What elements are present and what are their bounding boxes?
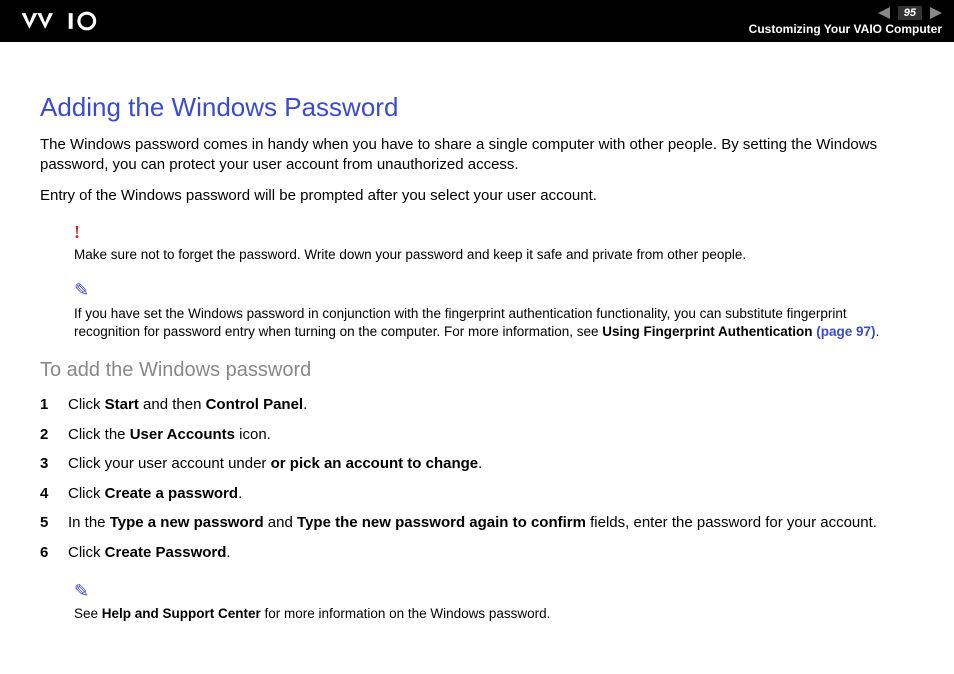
note-icon: ✎ [74,278,914,302]
info-note-2: ✎ See Help and Support Center for more i… [74,579,914,624]
info-note-1: ✎ If you have set the Windows password i… [74,278,914,341]
note2-pre: See [74,606,102,621]
note1-bold: Using Fingerprint Authentication [602,324,816,339]
warning-icon: ! [74,220,914,244]
intro-paragraph-1: The Windows password comes in handy when… [40,135,914,176]
warning-note: ! Make sure not to forget the password. … [74,220,914,265]
step-item: In the Type a new password and Type the … [40,510,914,536]
note1-post: . [876,324,880,339]
page-number: 95 [898,6,922,20]
section-title: Customizing Your VAIO Computer [749,22,942,36]
step-item: Click Start and then Control Panel. [40,392,914,418]
header-right: 95 Customizing Your VAIO Computer [749,6,942,36]
step-item: Click Create Password. [40,540,914,566]
warning-text: Make sure not to forget the password. Wr… [74,247,746,262]
prev-page-icon[interactable] [878,7,892,19]
note2-post: for more information on the Windows pass… [261,606,551,621]
page-nav: 95 [878,6,942,20]
fingerprint-auth-link[interactable]: (page 97) [816,324,875,339]
step-item: Click the User Accounts icon. [40,422,914,448]
vaio-logo [20,10,130,32]
intro-paragraph-2: Entry of the Windows password will be pr… [40,186,914,206]
steps-list: Click Start and then Control Panel. Clic… [40,392,914,565]
note1-text: If you have set the Windows password in … [74,306,879,339]
note-icon: ✎ [74,579,914,603]
procedure-heading: To add the Windows password [40,359,914,382]
page-heading: Adding the Windows Password [40,92,914,123]
note2-text: See Help and Support Center for more inf… [74,606,550,621]
header-bar: 95 Customizing Your VAIO Computer [0,0,954,42]
next-page-icon[interactable] [928,7,942,19]
step-item: Click your user account under or pick an… [40,451,914,477]
step-item: Click Create a password. [40,481,914,507]
note2-bold: Help and Support Center [102,606,261,621]
page-content: Adding the Windows Password The Windows … [0,42,954,658]
